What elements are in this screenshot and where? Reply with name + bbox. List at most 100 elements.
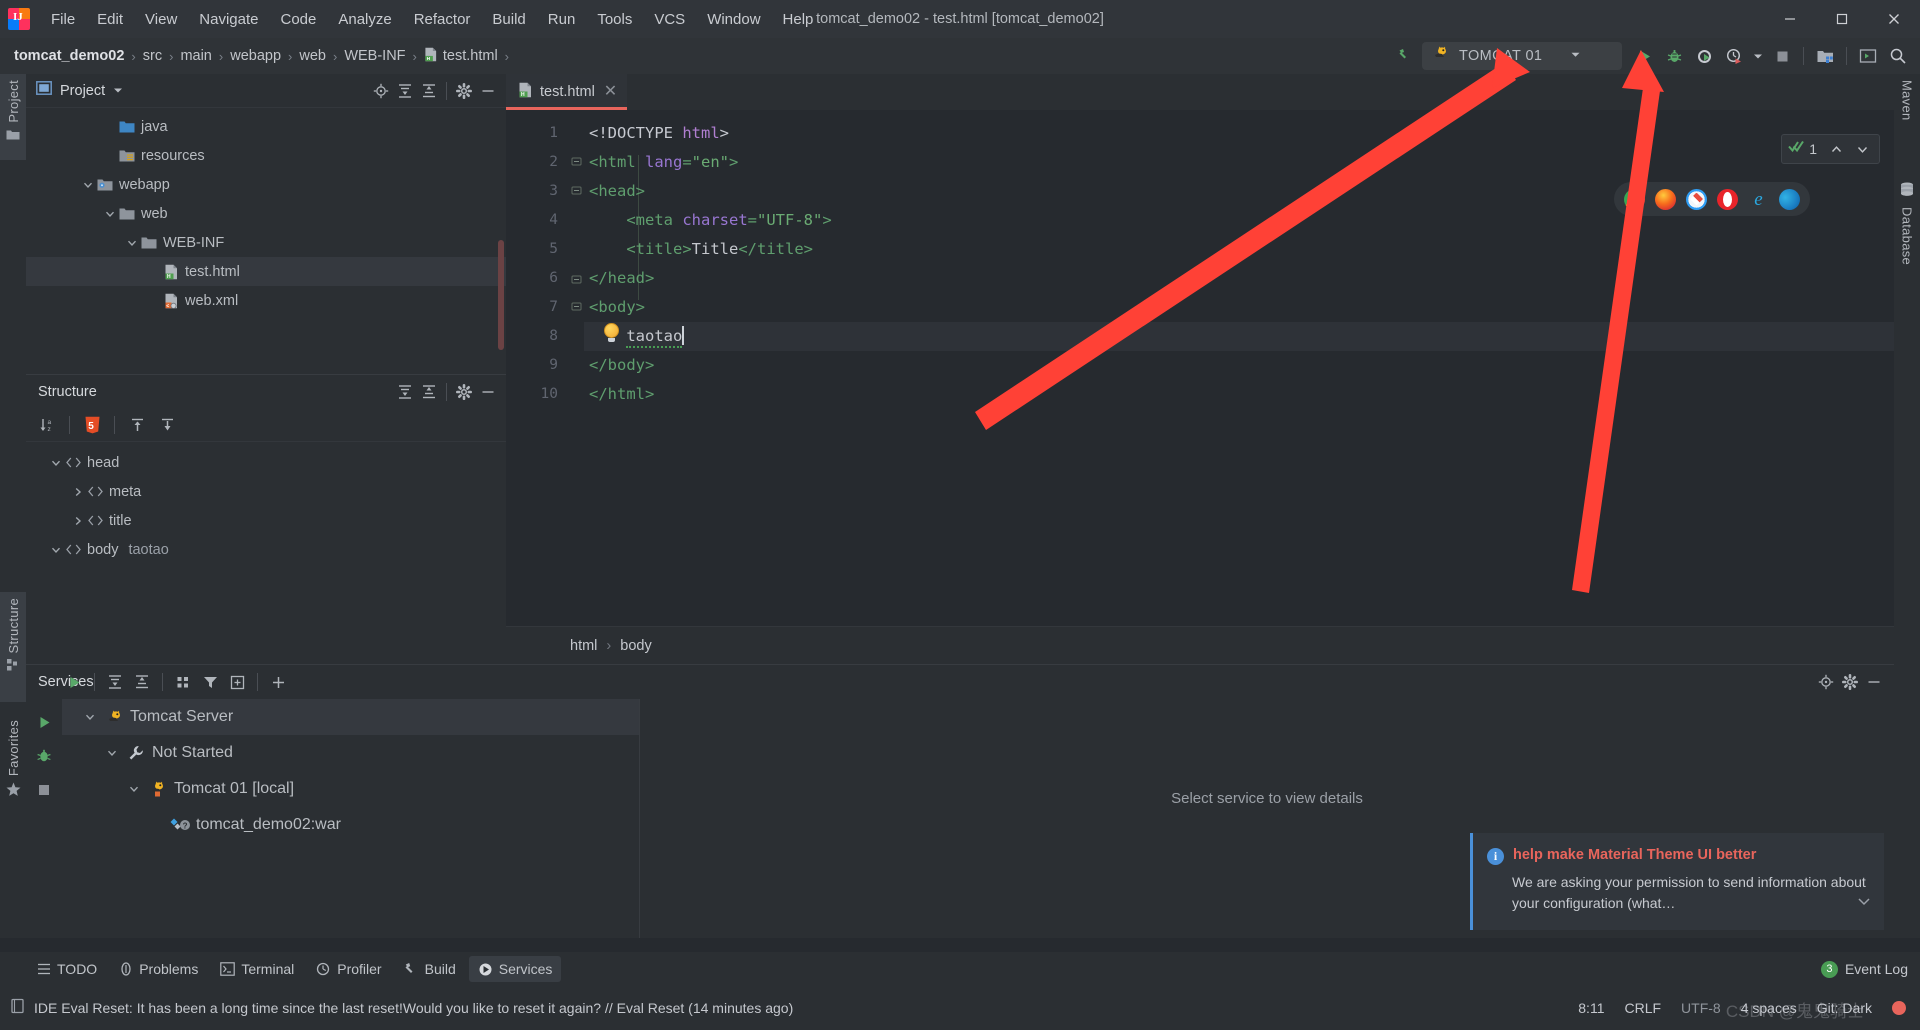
project-tree-row[interactable]: resources: [26, 141, 506, 170]
run-with-coverage-button[interactable]: [1690, 42, 1718, 70]
search-icon[interactable]: [1884, 42, 1912, 70]
settings-icon[interactable]: [452, 79, 476, 103]
editor-breadcrumb-item[interactable]: html: [564, 635, 603, 657]
code-line[interactable]: </head>: [584, 264, 1894, 293]
menu-edit[interactable]: Edit: [86, 7, 134, 32]
chevron-down-icon[interactable]: [1856, 893, 1872, 914]
project-tree-row[interactable]: < web.xml: [26, 286, 506, 315]
sidebar-item-project[interactable]: Project: [0, 74, 26, 160]
project-tree-row[interactable]: webapp: [26, 170, 506, 199]
intention-bulb-icon[interactable]: [604, 323, 619, 342]
fold-marker-icon[interactable]: [568, 264, 584, 293]
project-tree-row[interactable]: Htest.html: [26, 257, 506, 286]
sort-alphabetically-icon[interactable]: a z: [34, 412, 60, 438]
collapse-all-icon[interactable]: [417, 79, 441, 103]
hide-icon[interactable]: [1862, 670, 1886, 694]
breadcrumb-item[interactable]: WEB-INF: [344, 48, 405, 64]
bottom-tab-problems[interactable]: Problems: [110, 956, 207, 982]
locate-icon[interactable]: [369, 79, 393, 103]
menu-refactor[interactable]: Refactor: [403, 7, 482, 32]
editor-breadcrumb-item[interactable]: body: [614, 635, 657, 657]
file-encoding[interactable]: UTF-8: [1681, 1000, 1721, 1016]
chevron-down-icon[interactable]: [48, 545, 64, 555]
chevron-down-icon[interactable]: [126, 784, 142, 794]
add-icon[interactable]: [266, 670, 290, 694]
settings-icon[interactable]: [1838, 670, 1862, 694]
fold-marker-icon[interactable]: [568, 177, 584, 206]
tab-test-html[interactable]: H test.html ✕: [506, 74, 628, 110]
sidebar-item-structure[interactable]: Structure: [0, 592, 26, 702]
collapse-all-icon[interactable]: [130, 670, 154, 694]
breadcrumb-item[interactable]: webapp: [230, 48, 281, 64]
menu-file[interactable]: File: [40, 7, 86, 32]
code-line[interactable]: </body>: [584, 351, 1894, 380]
stop-icon[interactable]: [26, 773, 62, 807]
chevron-right-icon[interactable]: [70, 487, 86, 497]
chevron-down-icon[interactable]: [48, 458, 64, 468]
breadcrumb-item[interactable]: main: [180, 48, 211, 64]
project-tree-row[interactable]: web: [26, 199, 506, 228]
chevron-down-icon[interactable]: [124, 238, 140, 248]
code-line[interactable]: <title>Title</title>: [584, 235, 1894, 264]
menu-vcs[interactable]: VCS: [643, 7, 696, 32]
chevron-down-icon[interactable]: [82, 712, 98, 722]
breadcrumb-item[interactable]: test.html: [443, 48, 498, 64]
profiler-button[interactable]: [1720, 42, 1748, 70]
git-branch[interactable]: Git: Dark: [1817, 1000, 1872, 1016]
run-icon[interactable]: [62, 670, 86, 694]
html5-icon[interactable]: 5: [79, 412, 105, 438]
structure-tree-row[interactable]: body taotao: [26, 535, 506, 564]
scroll-from-source-icon[interactable]: [124, 412, 150, 438]
debug-icon[interactable]: [26, 739, 62, 773]
hammer-icon[interactable]: [1392, 42, 1420, 70]
close-icon[interactable]: ✕: [604, 84, 617, 100]
services-tree-row[interactable]: Tomcat 01 [local]: [62, 771, 639, 807]
expand-all-icon[interactable]: [393, 380, 417, 404]
edge-icon[interactable]: [1779, 188, 1800, 210]
filter-icon[interactable]: [198, 670, 222, 694]
code-folding-column[interactable]: [568, 110, 639, 626]
chevron-down-icon[interactable]: [1851, 138, 1873, 160]
caret-position[interactable]: 8:11: [1578, 1000, 1604, 1016]
menu-analyze[interactable]: Analyze: [327, 7, 402, 32]
locate-icon[interactable]: [1814, 670, 1838, 694]
close-button[interactable]: [1868, 0, 1920, 38]
menu-build[interactable]: Build: [481, 7, 536, 32]
expand-all-icon[interactable]: [393, 79, 417, 103]
bottom-tab-terminal[interactable]: Terminal: [211, 956, 303, 982]
bottom-tab-build[interactable]: Build: [395, 956, 465, 982]
chevron-down-icon[interactable]: [1570, 47, 1581, 65]
breadcrumb-item[interactable]: tomcat_demo02: [14, 48, 124, 64]
menu-run[interactable]: Run: [537, 7, 587, 32]
firefox-icon[interactable]: [1655, 188, 1676, 210]
hide-icon[interactable]: [476, 79, 500, 103]
code-line[interactable]: <body>: [584, 293, 1894, 322]
scroll-to-source-icon[interactable]: [154, 412, 180, 438]
status-message[interactable]: IDE Eval Reset: It has been a long time …: [34, 1000, 793, 1016]
sidebar-item-favorites[interactable]: Favorites: [0, 714, 26, 824]
sidebar-item-maven[interactable]: Maven: [1894, 74, 1920, 164]
indent-setting[interactable]: 4 spaces: [1741, 1000, 1797, 1016]
add-service-icon[interactable]: [225, 670, 249, 694]
group-icon[interactable]: [171, 670, 195, 694]
minimize-button[interactable]: [1764, 0, 1816, 38]
chevron-down-icon[interactable]: [104, 748, 120, 758]
terminal-icon[interactable]: [1854, 42, 1882, 70]
code-line[interactable]: taotao: [584, 322, 1894, 351]
code-line[interactable]: </html>: [584, 380, 1894, 409]
status-dot-icon[interactable]: [1892, 1001, 1906, 1015]
code-line[interactable]: <html lang="en">: [584, 148, 1894, 177]
hide-icon[interactable]: [476, 380, 500, 404]
chevron-down-icon[interactable]: [102, 209, 118, 219]
breadcrumb-item[interactable]: src: [143, 48, 162, 64]
structure-tree-row[interactable]: meta: [26, 477, 506, 506]
chevron-down-icon[interactable]: [80, 180, 96, 190]
internet-explorer-icon[interactable]: e: [1748, 189, 1769, 210]
chevron-up-icon[interactable]: [1825, 138, 1847, 160]
run-icon[interactable]: [26, 705, 62, 739]
menu-view[interactable]: View: [134, 7, 188, 32]
debug-button[interactable]: [1660, 42, 1688, 70]
breadcrumb-item[interactable]: web: [299, 48, 326, 64]
expand-all-icon[interactable]: [103, 670, 127, 694]
opera-icon[interactable]: [1717, 188, 1738, 210]
